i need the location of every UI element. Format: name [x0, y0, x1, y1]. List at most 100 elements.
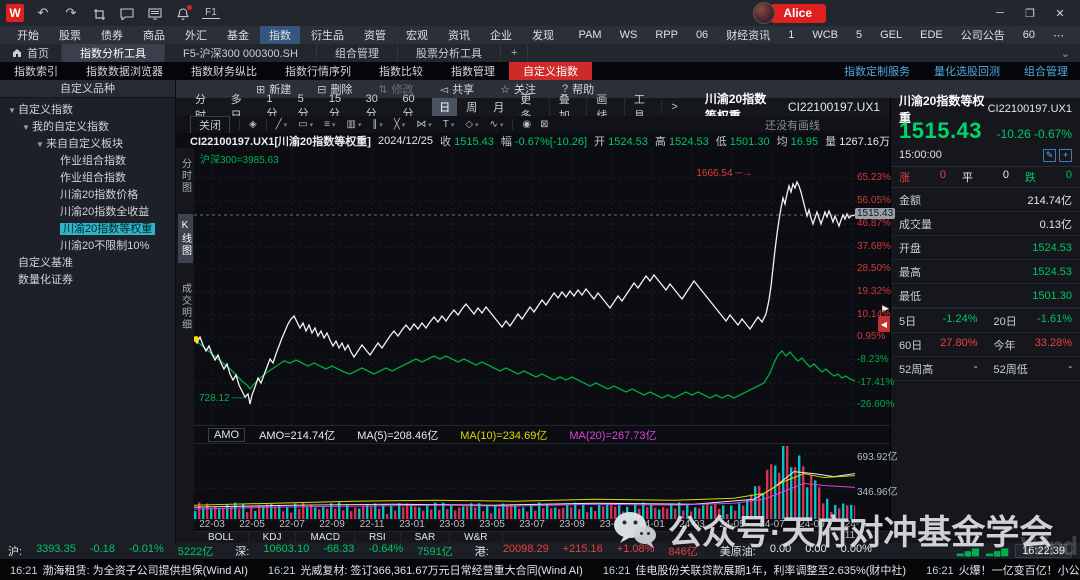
- add-panel-icon[interactable]: +: [1059, 149, 1072, 162]
- period-日[interactable]: 日: [432, 98, 457, 116]
- news-item[interactable]: 16:21佳电股份关联贷款展期1年，利率调整至2.635%(财中社): [603, 562, 906, 578]
- menu-item-企业[interactable]: 企业: [481, 26, 521, 44]
- draw-tool-icon[interactable]: ≡ ▾: [324, 119, 335, 130]
- menu-item-宏观[interactable]: 宏观: [397, 26, 437, 44]
- subtab-指数管理[interactable]: 指数管理: [437, 62, 509, 80]
- news-item[interactable]: 16:21渤海租赁: 为全资子公司提供担保(Wind AI): [10, 562, 248, 578]
- tree-item[interactable]: 作业组合指数: [0, 170, 175, 187]
- subtab-指数财务纵比[interactable]: 指数财务纵比: [177, 62, 271, 80]
- close-button[interactable]: ✕: [1046, 3, 1074, 23]
- maximize-button[interactable]: ❐: [1016, 3, 1044, 23]
- menu-right-item-5[interactable]: 5: [848, 28, 870, 42]
- subtab-link-量化选股回测[interactable]: 量化选股回测: [922, 62, 1012, 80]
- menu-right-item-⋯[interactable]: ⋯: [1045, 28, 1072, 43]
- menu-right-item-1[interactable]: 1: [780, 28, 802, 42]
- minimize-button[interactable]: ─: [986, 3, 1014, 23]
- period-周[interactable]: 周: [459, 98, 484, 116]
- amo-tab[interactable]: AMO: [208, 428, 245, 442]
- news-item[interactable]: 16:21光威复材: 签订366,361.67万元日常经营重大合同(Wind A…: [268, 562, 583, 578]
- tree-item[interactable]: ▼我的自定义指数: [0, 119, 175, 136]
- tree-item[interactable]: 川渝20不限制10%: [0, 238, 175, 255]
- menu-right-item-RPP[interactable]: RPP: [647, 28, 686, 42]
- workspace-tab[interactable]: 指数分析工具: [62, 44, 165, 62]
- delete-drawing-icon[interactable]: ⊠: [540, 119, 548, 130]
- draw-tool-icon[interactable]: ∥ ▾: [372, 119, 382, 130]
- tree-expander-icon[interactable]: ▼: [36, 136, 46, 153]
- menu-item-发现[interactable]: 发现: [523, 26, 563, 44]
- subtab-指数比较[interactable]: 指数比较: [365, 62, 437, 80]
- tree-item[interactable]: 川渝20指数价格: [0, 187, 175, 204]
- assistant-area[interactable]: Alice: [753, 2, 826, 24]
- wp-monitor-icon[interactable]: [146, 6, 164, 21]
- toolbar-button-共享[interactable]: ◅共享: [440, 81, 474, 97]
- menu-right-item-PAM[interactable]: PAM: [571, 28, 610, 42]
- indicator-tab-RSI[interactable]: RSI: [355, 532, 401, 543]
- menu-item-开始[interactable]: 开始: [8, 26, 48, 44]
- f1-help-icon[interactable]: F1: [202, 7, 220, 19]
- price-plot[interactable]: 沪深300=3985.63 1666.54 ─→ 728.12 ──: [194, 148, 855, 425]
- menu-right-item-60[interactable]: 60: [1015, 28, 1043, 42]
- bell-icon[interactable]: [174, 5, 192, 20]
- tree-item[interactable]: ▼来自自定义板块: [0, 136, 175, 153]
- subtab-link-指数定制服务[interactable]: 指数定制服务: [832, 62, 922, 80]
- new-tab-button[interactable]: +: [501, 44, 528, 62]
- indicator-tab-BOLL[interactable]: BOLL: [194, 532, 249, 543]
- drawing-close-button[interactable]: 关闭: [190, 116, 230, 134]
- menu-right-item-WS[interactable]: WS: [612, 28, 646, 42]
- menu-item-衍生品[interactable]: 衍生品: [302, 26, 353, 44]
- tree-item[interactable]: 自定义基准: [0, 255, 175, 272]
- menu-right-item-WCB[interactable]: WCB: [804, 28, 846, 42]
- overlay-button->[interactable]: >: [661, 100, 686, 114]
- indicator-tab-W&R[interactable]: W&R: [450, 532, 502, 543]
- tab-overflow-chevron-icon[interactable]: ⌄: [1051, 44, 1080, 62]
- magnet-icon[interactable]: ◈: [249, 119, 257, 130]
- menu-right-item-财经资讯[interactable]: 财经资讯: [718, 26, 778, 44]
- redo-icon[interactable]: ↷: [62, 5, 80, 21]
- screenshot-icon[interactable]: [90, 5, 108, 20]
- draw-tool-icon[interactable]: ∿ ▾: [490, 119, 504, 130]
- draw-tool-icon[interactable]: ╳ ▾: [394, 119, 406, 130]
- wind-logo[interactable]: W: [6, 4, 24, 22]
- subtab-link-组合管理[interactable]: 组合管理: [1012, 62, 1080, 80]
- menu-item-资讯[interactable]: 资讯: [439, 26, 479, 44]
- subtab-指数索引[interactable]: 指数索引: [0, 62, 72, 80]
- chart-view-tab-成交明细[interactable]: 成交明细: [178, 277, 193, 337]
- menu-item-商品[interactable]: 商品: [134, 26, 174, 44]
- assistant-badge[interactable]: Alice: [771, 4, 826, 23]
- menu-right-item-EDE[interactable]: EDE: [912, 28, 951, 42]
- menu-item-股票[interactable]: 股票: [50, 26, 90, 44]
- draw-tool-icon[interactable]: ▭ ▾: [298, 119, 313, 130]
- menu-right-item-06[interactable]: 06: [688, 28, 716, 42]
- menu-item-基金[interactable]: 基金: [218, 26, 258, 44]
- indicator-tab-SAR[interactable]: SAR: [401, 532, 451, 543]
- draw-tool-icon[interactable]: ⋈ ▾: [416, 119, 431, 130]
- subtab-指数行情序列[interactable]: 指数行情序列: [271, 62, 365, 80]
- tree-item[interactable]: 作业组合指数: [0, 153, 175, 170]
- visibility-eye-icon[interactable]: ◉: [522, 119, 531, 130]
- tree-item[interactable]: 川渝20指数等权重: [0, 221, 175, 238]
- draw-tool-icon[interactable]: ▥ ▾: [346, 119, 361, 130]
- menu-item-外汇[interactable]: 外汇: [176, 26, 216, 44]
- menu-item-债券[interactable]: 债券: [92, 26, 132, 44]
- volume-plot[interactable]: [194, 444, 855, 519]
- chart-view-tab-分时图[interactable]: 分时图: [178, 152, 193, 200]
- workspace-tab[interactable]: F5-沪深300 000300.SH: [165, 44, 317, 62]
- menu-item-资管[interactable]: 资管: [355, 26, 395, 44]
- workspace-tab[interactable]: 股票分析工具: [398, 44, 501, 62]
- draw-tool-icon[interactable]: T ▾: [443, 119, 455, 130]
- chat-icon[interactable]: [118, 6, 136, 21]
- tree-item[interactable]: 数量化证券: [0, 272, 175, 289]
- tree-item[interactable]: 川渝20指数全收益: [0, 204, 175, 221]
- subtab-指数数据浏览器[interactable]: 指数数据浏览器: [72, 62, 177, 80]
- menu-right-item-公司公告[interactable]: 公司公告: [953, 26, 1013, 44]
- menu-right-item-GEL[interactable]: GEL: [872, 28, 910, 42]
- tab-home[interactable]: 首页: [0, 44, 62, 62]
- draw-tool-icon[interactable]: ╱ ▾: [276, 119, 288, 130]
- draw-tool-icon[interactable]: ◇ ▾: [465, 119, 478, 130]
- tree-expander-icon[interactable]: ▼: [22, 119, 32, 136]
- chart-view-tab-K线图[interactable]: K线图: [178, 214, 193, 263]
- period-月[interactable]: 月: [486, 98, 511, 116]
- news-item[interactable]: 16:21火爆！一亿变百亿！小公募迷你...: [926, 562, 1080, 578]
- workspace-tab[interactable]: 组合管理: [317, 44, 398, 62]
- subtab-自定义指数[interactable]: 自定义指数: [509, 62, 592, 80]
